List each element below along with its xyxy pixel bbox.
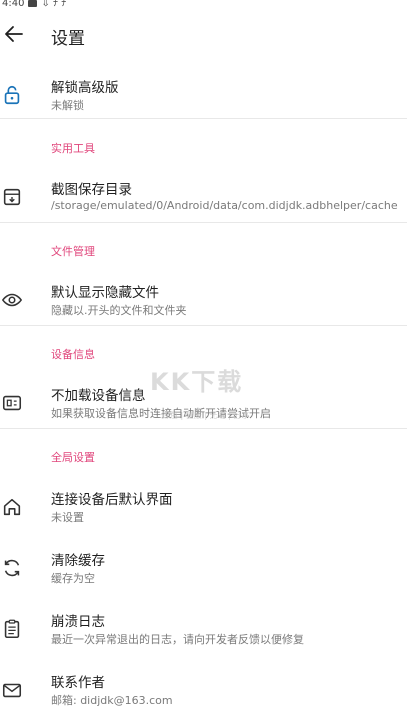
notification-square-icon (28, 0, 38, 7)
setting-show-hidden-files[interactable]: 默认显示隐藏文件 隐藏以.开头的文件和文件夹 (0, 271, 407, 331)
signal-icon: ﾁ (53, 0, 59, 9)
setting-contact-author[interactable]: 联系作者 邮箱: didjdk@163.com (0, 661, 407, 721)
divider (0, 118, 407, 119)
mail-icon (2, 683, 22, 698)
setting-title: 截图保存目录 (51, 182, 132, 198)
setting-screenshot-directory[interactable]: 截图保存目录 /storage/emulated/0/Android/data/… (0, 168, 407, 228)
section-header-global-settings: 全局设置 (51, 451, 95, 464)
page-title: 设置 (51, 29, 85, 49)
setting-subtitle: 缓存为空 (51, 572, 95, 585)
setting-unlock-premium[interactable]: 解锁高级版 未解锁 (0, 66, 407, 126)
setting-crash-log[interactable]: 崩溃日志 最近一次异常退出的日志，请向开发者反馈以便修复 (0, 600, 407, 660)
section-header-file-management: 文件管理 (51, 245, 95, 258)
setting-subtitle: 未设置 (51, 511, 84, 524)
setting-clear-cache[interactable]: 清除缓存 缓存为空 (0, 539, 407, 599)
setting-title: 连接设备后默认界面 (51, 492, 173, 508)
section-header-device-info: 设备信息 (51, 348, 95, 361)
app-bar: 设置 (0, 14, 407, 58)
download-icon: ⇩ (41, 0, 50, 9)
status-bar: 4:40 ⇩ ﾁ ﾁ (0, 0, 407, 10)
signal-icon: ﾁ (61, 0, 67, 9)
setting-title: 默认显示隐藏文件 (51, 285, 159, 301)
setting-title: 解锁高级版 (51, 80, 119, 96)
section-header-tools: 实用工具 (51, 142, 95, 155)
divider (0, 325, 407, 326)
lock-icon (4, 85, 20, 105)
clipboard-log-icon (4, 619, 20, 639)
setting-subtitle: 未解锁 (51, 99, 84, 112)
setting-default-screen[interactable]: 连接设备后默认界面 未设置 (0, 478, 407, 538)
status-time: 4:40 (2, 0, 25, 9)
setting-title: 清除缓存 (51, 553, 105, 569)
setting-subtitle: /storage/emulated/0/Android/data/com.did… (51, 199, 398, 212)
screenshot-folder-icon (3, 188, 21, 206)
setting-title: 崩溃日志 (51, 614, 105, 630)
setting-title: 不加载设备信息 (51, 388, 146, 404)
arrow-left-icon[interactable] (2, 22, 26, 46)
setting-subtitle: 隐藏以.开头的文件和文件夹 (51, 304, 187, 317)
watermark-slogan: 绿色 | 健康 | 无毒 | 分享 (162, 411, 250, 420)
refresh-icon (4, 559, 20, 577)
divider (0, 222, 407, 223)
eye-icon (1, 293, 23, 307)
home-icon (3, 498, 21, 516)
setting-subtitle: 最近一次异常退出的日志，请向开发者反馈以便修复 (51, 633, 304, 646)
divider (0, 428, 407, 429)
setting-subtitle: 邮箱: didjdk@163.com (51, 694, 173, 707)
watermark: KK下载 绿色 | 健康 | 无毒 | 分享 (150, 362, 300, 422)
device-info-icon (2, 395, 22, 411)
setting-title: 联系作者 (51, 675, 105, 691)
watermark-logo-text: KK下载 (150, 368, 244, 396)
